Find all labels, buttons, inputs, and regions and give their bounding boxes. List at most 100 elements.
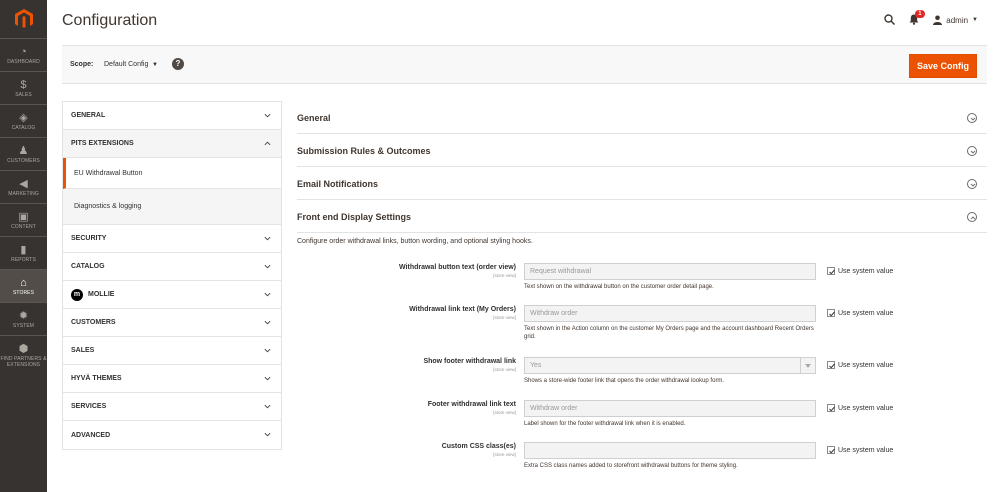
field-note: Extra CSS class names added to storefron… [524, 463, 738, 469]
section-title: General [297, 113, 331, 123]
use-system-value-checkbox[interactable]: Use system value [827, 309, 893, 317]
field-scope: [store view] [493, 367, 516, 372]
field-scope: [store view] [493, 452, 516, 457]
nav-catalog[interactable]: ◈ CATALOG [0, 104, 47, 137]
tab-eu-withdrawal-button[interactable]: EU Withdrawal Button [63, 158, 281, 189]
chevron-down-icon [264, 432, 271, 437]
dashboard-icon: ◔ [20, 45, 27, 58]
nav-reports[interactable]: ▮ REPORTS [0, 236, 47, 269]
tab-advanced[interactable]: ADVANCED [63, 421, 281, 449]
withdrawal-button-text-input[interactable]: Request withdrawal [524, 263, 816, 280]
field-note: Text shown in the Action column on the c… [524, 326, 814, 340]
header-actions: 1 admin ▼ [884, 9, 978, 28]
tab-diagnostics-logging[interactable]: Diagnostics & logging [63, 189, 281, 225]
notifications-button[interactable]: 1 [909, 9, 925, 27]
save-config-button[interactable]: Save Config [909, 54, 977, 78]
tab-sales[interactable]: SALES [63, 337, 281, 365]
field-label: Footer withdrawal link text [427, 401, 516, 408]
section-submission-rules[interactable]: Submission Rules & Outcomes [297, 134, 987, 167]
field-scope: [store view] [493, 315, 516, 320]
nav-stores[interactable]: ⌂ STORES [0, 269, 47, 302]
chevron-down-icon [264, 376, 271, 381]
nav-dashboard[interactable]: ◔ DASHBOARD [0, 38, 47, 71]
field-scope: [store view] [493, 273, 516, 278]
chevron-down-icon [264, 292, 271, 297]
caret-down-icon: ▼ [150, 62, 158, 68]
section-title: Front end Display Settings [297, 212, 412, 222]
chevron-down-icon [264, 404, 271, 409]
show-footer-link-select[interactable]: Yes [524, 357, 816, 374]
field-label: Withdrawal link text (My Orders) [409, 306, 516, 313]
chevron-down-icon [264, 236, 271, 241]
search-icon[interactable] [884, 13, 896, 27]
caret-down-icon: ▼ [972, 17, 978, 23]
select-arrow-icon [800, 358, 815, 373]
withdrawal-link-text-input[interactable]: Withdraw order [524, 305, 816, 322]
user-menu[interactable]: admin ▼ [933, 15, 978, 25]
field-note: Text shown on the withdrawal button on t… [524, 284, 714, 290]
field-label: Show footer withdrawal link [423, 358, 516, 365]
tab-customers[interactable]: CUSTOMERS [63, 309, 281, 337]
checkbox-checked [827, 361, 835, 369]
nav-marketing[interactable]: ◀ MARKETING [0, 170, 47, 203]
bar-chart-icon: ▮ [20, 243, 27, 256]
use-system-value-checkbox[interactable]: Use system value [827, 404, 893, 412]
chevron-down-icon [264, 264, 271, 269]
scope-bar: Scope: Default Config ▼ ? Save Config [62, 45, 987, 84]
dollar-icon: $ [20, 78, 27, 91]
scope-switcher[interactable]: Default Config ▼ [104, 61, 158, 68]
checkbox-checked [827, 404, 835, 412]
field-scope: [store view] [493, 410, 516, 415]
nav-sales[interactable]: $ SALES [0, 71, 47, 104]
nav-customers[interactable]: ♟ CUSTOMERS [0, 137, 47, 170]
section-general[interactable]: General [297, 101, 987, 134]
cube-icon: ◈ [19, 111, 28, 124]
tab-catalog[interactable]: CATALOG [63, 253, 281, 281]
scope-label: Scope: [70, 61, 94, 68]
magento-logo[interactable] [0, 0, 47, 38]
section-email-notifications[interactable]: Email Notifications [297, 167, 987, 200]
chevron-down-icon [264, 320, 271, 325]
use-system-value-checkbox[interactable]: Use system value [827, 446, 893, 454]
admin-nav: ◔ DASHBOARD $ SALES ◈ CATALOG ♟ CUSTOMERS ◀ M… [0, 0, 47, 492]
tab-pits-extensions[interactable]: PITS EXTENSIONS [63, 130, 281, 158]
gear-icon: ✹ [18, 309, 29, 322]
nav-content[interactable]: ▣ CONTENT [0, 203, 47, 236]
use-system-value-checkbox[interactable]: Use system value [827, 267, 893, 275]
config-tabs: GENERAL PITS EXTENSIONS EU Withdrawal Bu… [62, 101, 282, 450]
checkbox-checked [827, 309, 835, 317]
section-title: Submission Rules & Outcomes [297, 146, 431, 156]
tab-general[interactable]: GENERAL [63, 102, 281, 130]
tab-hyva-themes[interactable]: HYVÄ THEMES [63, 365, 281, 393]
footer-link-text-input[interactable]: Withdraw order [524, 400, 816, 417]
tab-services[interactable]: SERVICES [63, 393, 281, 421]
expand-circle-icon [967, 146, 977, 156]
checkbox-checked [827, 267, 835, 275]
help-icon[interactable]: ? [172, 58, 184, 70]
custom-css-class-input[interactable] [524, 442, 816, 459]
collapse-circle-icon [967, 212, 977, 222]
tab-security[interactable]: SECURITY [63, 225, 281, 253]
chevron-down-icon [264, 113, 271, 118]
chevron-down-icon [264, 348, 271, 353]
section-title: Email Notifications [297, 179, 379, 189]
layout-icon: ▣ [18, 210, 29, 223]
user-icon [933, 15, 943, 25]
expand-circle-icon [967, 113, 977, 123]
tab-mollie[interactable]: m MOLLIE [63, 281, 281, 309]
nav-find-partners[interactable]: ⬢ FIND PARTNERS & EXTENSIONS [0, 335, 47, 375]
use-system-value-checkbox[interactable]: Use system value [827, 361, 893, 369]
chevron-up-icon [264, 141, 271, 146]
person-icon: ♟ [18, 144, 29, 157]
section-description: Configure order withdrawal links, button… [297, 238, 533, 245]
notification-badge: 1 [915, 9, 925, 18]
expand-circle-icon [967, 179, 977, 189]
box-icon: ⬢ [18, 343, 29, 355]
store-icon: ⌂ [20, 276, 27, 289]
nav-system[interactable]: ✹ SYSTEM [0, 302, 47, 335]
checkbox-checked [827, 446, 835, 454]
section-frontend-display[interactable]: Front end Display Settings [297, 200, 987, 233]
megaphone-icon: ◀ [19, 177, 28, 190]
field-note: Label shown for the footer withdrawal li… [524, 421, 686, 427]
page-title: Configuration [62, 12, 158, 29]
